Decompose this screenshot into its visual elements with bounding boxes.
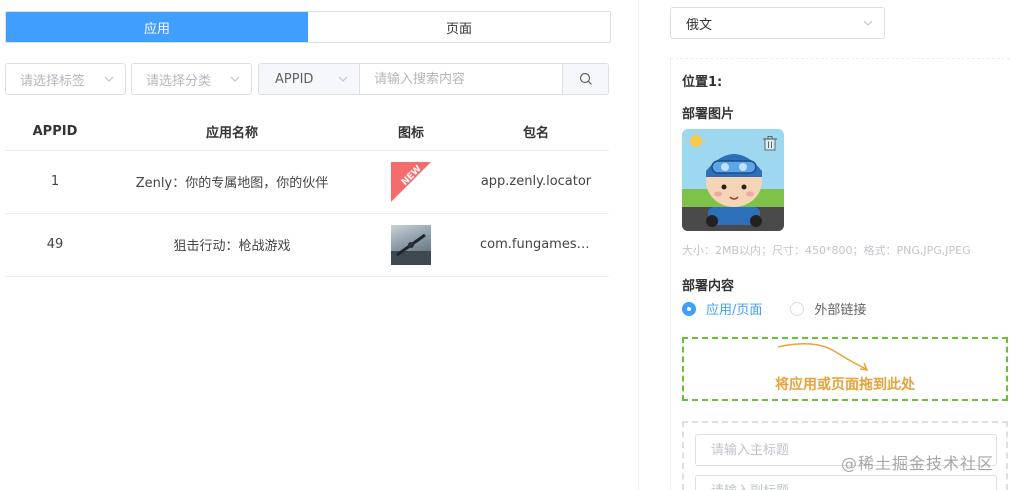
radio-external-label: 外部链接 — [814, 303, 867, 318]
category-select-placeholder: 请选择分类 — [146, 73, 212, 89]
drop-zone[interactable]: 将应用或页面拖到此处 — [682, 337, 1008, 401]
language-value: 俄文 — [686, 17, 713, 33]
search-input[interactable] — [360, 64, 562, 94]
position-title: 位置1: — [682, 75, 723, 90]
radio-app-page-label: 应用/页面 — [706, 303, 763, 318]
col-header-name: 应用名称 — [105, 113, 359, 151]
search-field-value: APPID — [275, 71, 314, 87]
content-label: 部署内容 — [682, 279, 735, 294]
table-header-row: APPID 应用名称 图标 包名 — [5, 113, 609, 151]
search-button[interactable] — [562, 64, 608, 94]
table-row[interactable]: 49 狙击行动：枪战游戏 com.fungames.sniper3d — [5, 213, 609, 277]
deploy-card: 位置1: 部署图片 大小：2MB以内；尺寸：450*800；格式：PNG,JPG… — [670, 58, 1010, 490]
radio-unchecked-icon — [790, 301, 805, 316]
search-icon — [579, 72, 592, 85]
tab-app[interactable]: 应用 — [6, 12, 308, 42]
cell-appid: 49 — [5, 213, 105, 277]
app-name: Zenly：你的专属地图，你的伙伴 — [135, 176, 329, 191]
chevron-down-icon — [338, 76, 348, 82]
drop-zone-text: 将应用或页面拖到此处 — [775, 377, 915, 393]
new-badge-icon: NEW — [391, 161, 431, 202]
cell-icon — [359, 213, 463, 277]
package-name: com.fungames.sniper3d — [480, 237, 592, 252]
cell-package: app.zenly.locator — [463, 150, 609, 214]
deploy-image[interactable] — [682, 129, 784, 231]
language-select[interactable]: 俄文 — [670, 7, 885, 39]
col-header-package: 包名 — [463, 113, 609, 151]
chevron-down-icon — [104, 76, 114, 82]
chevron-down-icon — [863, 20, 873, 26]
tag-select-placeholder: 请选择标签 — [20, 73, 86, 89]
search-field-select[interactable]: APPID — [259, 64, 360, 94]
watermark-text: @稀土掘金技术社区 — [840, 454, 994, 473]
category-select[interactable]: 请选择分类 — [131, 63, 252, 95]
content-type-radio-group: 应用/页面 外部链接 — [682, 299, 894, 318]
type-tabs: 应用 页面 — [5, 11, 611, 43]
radio-checked-icon — [682, 301, 696, 316]
search-group: APPID — [258, 63, 609, 95]
sub-title-input[interactable] — [695, 475, 997, 490]
tab-page[interactable]: 页面 — [308, 12, 610, 42]
cell-name: 狙击行动：枪战游戏 — [105, 213, 359, 277]
panel-divider — [638, 0, 639, 490]
chevron-down-icon — [230, 76, 240, 82]
radio-external-link[interactable]: 外部链接 — [790, 299, 866, 318]
sniper-game-icon — [391, 224, 431, 265]
app-list-panel: 应用 页面 请选择标签 请选择分类 APPID APPID 应用名称 — [0, 0, 615, 490]
col-header-appid: APPID — [5, 113, 105, 151]
app-table: APPID 应用名称 图标 包名 1 Zenly：你的专属地图，你的伙伴 NEW — [5, 113, 609, 277]
tag-select[interactable]: 请选择标签 — [5, 63, 126, 95]
cell-appid: 1 — [5, 150, 105, 214]
radio-app-page[interactable]: 应用/页面 — [682, 299, 762, 318]
image-label: 部署图片 — [682, 107, 735, 122]
image-hint: 大小：2MB以内；尺寸：450*800；格式：PNG,JPG,JPEG — [682, 244, 971, 257]
col-header-icon: 图标 — [359, 113, 463, 151]
drag-arrow-icon — [777, 343, 869, 371]
cell-package: com.fungames.sniper3d — [463, 213, 609, 277]
table-row[interactable]: 1 Zenly：你的专属地图，你的伙伴 NEW app.zenly.locato… — [5, 150, 609, 214]
delete-icon[interactable] — [762, 135, 778, 151]
app-name: 狙击行动：枪战游戏 — [173, 239, 291, 254]
filter-bar: 请选择标签 请选择分类 APPID — [5, 63, 611, 95]
cell-name: Zenly：你的专属地图，你的伙伴 — [105, 150, 359, 214]
cell-icon: NEW — [359, 150, 463, 214]
